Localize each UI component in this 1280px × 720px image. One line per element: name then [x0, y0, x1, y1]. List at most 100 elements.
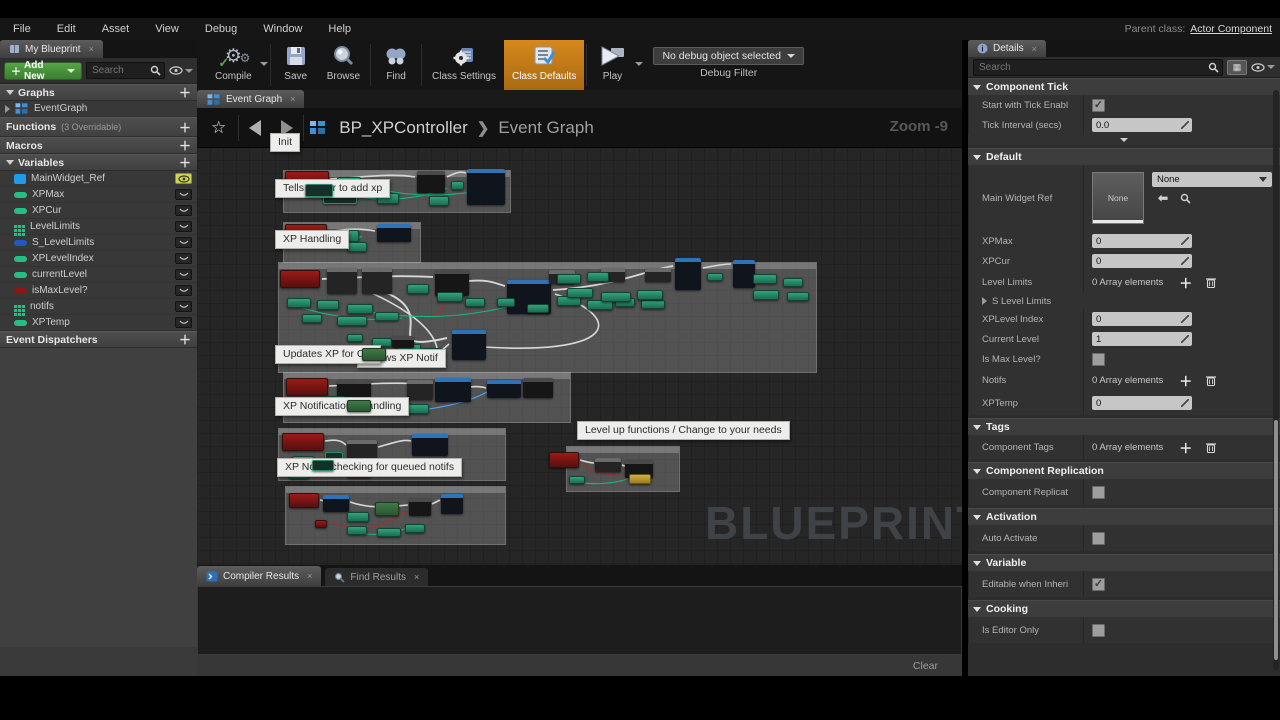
menu-help[interactable]: Help [315, 23, 364, 35]
asset-dropdown[interactable]: None [1152, 172, 1272, 187]
favorite-star-icon[interactable]: ☆ [211, 118, 226, 138]
graph-node[interactable] [362, 348, 386, 361]
number-field[interactable]: 1 [1092, 332, 1192, 346]
sidebar-item-eventgraph[interactable]: EventGraph [0, 101, 197, 117]
section-variables[interactable]: Variables ＋ [0, 154, 197, 171]
expand-arrow-icon[interactable] [5, 105, 10, 113]
tab-compiler-results[interactable]: Compiler Results × [197, 566, 321, 586]
checkbox[interactable]: ✓ [1092, 353, 1105, 366]
graph-node[interactable] [467, 169, 505, 205]
comment-bubble-notifications-handling[interactable]: XP Notifications Handling [275, 397, 409, 416]
class-settings-button[interactable]: Class Settings [424, 40, 504, 90]
graph-node[interactable] [347, 400, 371, 412]
blueprint-search[interactable] [86, 62, 165, 79]
graph-node[interactable] [417, 171, 445, 193]
graph-node[interactable] [302, 314, 322, 323]
eye-closed-icon[interactable] [175, 189, 192, 200]
add-function-button[interactable]: ＋ [179, 119, 191, 136]
spinner-icon[interactable] [1181, 399, 1189, 407]
sidebar-item-variable[interactable]: XPCur [0, 203, 197, 219]
spinner-icon[interactable] [1181, 335, 1189, 343]
debug-object-dropdown[interactable]: No debug object selected [653, 47, 804, 65]
graph-node[interactable] [377, 528, 401, 537]
checkbox[interactable]: ✓ [1092, 99, 1105, 112]
tab-find-results[interactable]: Find Results × [325, 568, 428, 586]
graph-node[interactable] [362, 268, 392, 294]
section-header[interactable]: Component Tick [968, 78, 1280, 95]
close-icon[interactable]: × [414, 572, 419, 582]
section-header[interactable]: Cooking [968, 600, 1280, 617]
eye-closed-icon[interactable] [175, 285, 192, 296]
graph-node[interactable] [549, 452, 579, 468]
eye-closed-icon[interactable] [175, 301, 192, 312]
sidebar-item-variable[interactable]: XPLevelIndex [0, 251, 197, 267]
graph-node[interactable] [315, 520, 327, 528]
graph-node[interactable] [601, 292, 631, 302]
checkbox[interactable]: ✓ [1092, 624, 1105, 637]
add-graph-button[interactable]: ＋ [179, 84, 191, 101]
sidebar-item-variable[interactable]: currentLevel [0, 267, 197, 283]
graph-node[interactable] [327, 268, 357, 294]
close-icon[interactable]: × [307, 571, 312, 581]
graph-node[interactable] [587, 272, 609, 282]
graph-node[interactable] [412, 434, 448, 456]
graph-node[interactable] [569, 476, 585, 484]
eye-closed-icon[interactable] [175, 317, 192, 328]
graph-node[interactable] [637, 290, 663, 300]
graph-node[interactable] [375, 312, 399, 321]
sidebar-item-variable[interactable]: S_LevelLimits [0, 235, 197, 251]
graph-node[interactable] [452, 330, 486, 360]
clear-button[interactable]: Clear [913, 660, 938, 672]
property-matrix-button[interactable]: ▦ [1227, 60, 1247, 75]
number-field[interactable]: 0 [1092, 396, 1192, 410]
graph-node[interactable] [407, 284, 429, 294]
graph-node[interactable] [523, 378, 553, 398]
graph-node[interactable] [753, 290, 779, 300]
section-header[interactable]: Component Replication [968, 462, 1280, 479]
close-icon[interactable]: × [1032, 44, 1037, 54]
graph-node[interactable] [675, 258, 701, 290]
add-new-button[interactable]: ＋ Add New [4, 62, 82, 80]
trash-icon[interactable] [1206, 375, 1216, 386]
sidebar-item-variable[interactable]: MainWidget_Ref [0, 171, 197, 187]
graph-node[interactable] [282, 433, 324, 451]
trash-icon[interactable] [1206, 442, 1216, 453]
menu-debug[interactable]: Debug [192, 23, 250, 35]
group-row[interactable]: S Level Limits [969, 293, 1084, 309]
expand-arrow-icon[interactable] [982, 297, 987, 305]
add-element-button[interactable]: ＋ [1179, 438, 1192, 457]
close-icon[interactable]: × [89, 44, 94, 54]
graph-node[interactable] [347, 440, 377, 460]
graph-node[interactable] [733, 260, 755, 288]
compile-button[interactable]: ⚙ ⚙ ✓ Compile [207, 40, 260, 90]
sidebar-item-variable[interactable]: LevelLimits [0, 219, 197, 235]
graph-node[interactable] [497, 298, 515, 307]
section-header[interactable]: Default [968, 148, 1280, 165]
section-header[interactable]: Activation [968, 508, 1280, 525]
graph-node[interactable] [347, 512, 369, 522]
graph-node[interactable] [347, 304, 373, 314]
add-element-button[interactable]: ＋ [1179, 273, 1192, 292]
details-search[interactable] [973, 59, 1223, 76]
comment-region[interactable] [566, 446, 680, 492]
graph-node[interactable] [595, 458, 621, 472]
sidebar-item-variable[interactable]: XPTemp [0, 315, 197, 331]
graph-node[interactable] [317, 300, 339, 310]
comment-bubble-init[interactable]: Init [270, 133, 300, 152]
graph-node[interactable] [392, 336, 414, 348]
add-macro-button[interactable]: ＋ [179, 137, 191, 154]
graph-node[interactable] [787, 292, 809, 301]
section-header[interactable]: Tags [968, 418, 1280, 435]
graph-node[interactable] [435, 378, 471, 402]
tab-details[interactable]: i Details × [968, 40, 1046, 57]
graph-node[interactable] [465, 298, 485, 307]
spinner-icon[interactable] [1181, 237, 1189, 245]
event-graph-canvas[interactable]: BLUEPRINT ☆ BP_XPController ❯ Event Grap… [197, 108, 962, 565]
comment-bubble-queued-notifs[interactable]: XP Notifs checking for queued notifs [277, 458, 462, 477]
graph-node[interactable] [487, 380, 521, 398]
find-button[interactable]: Find [373, 40, 419, 90]
graph-node[interactable] [405, 524, 425, 533]
section-graphs[interactable]: Graphs ＋ [0, 84, 197, 101]
graph-node[interactable] [567, 288, 593, 298]
asset-thumbnail[interactable]: None [1092, 172, 1144, 224]
